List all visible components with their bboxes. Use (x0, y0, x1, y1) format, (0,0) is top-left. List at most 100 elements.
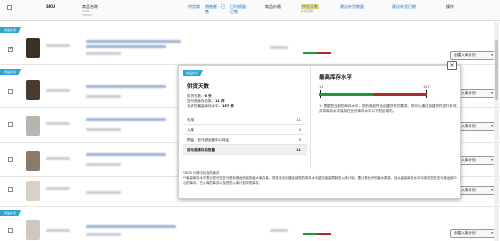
price-text (270, 229, 288, 232)
row-value: 11 (296, 148, 301, 152)
supply-bar-red (317, 52, 331, 54)
stat-label: 允许的最高库存水平： (187, 104, 222, 108)
col-actions: 操作 (446, 4, 454, 9)
sku-text (46, 44, 70, 47)
sku-text (46, 157, 70, 160)
row-checkbox[interactable] (8, 157, 13, 162)
row-value: 0 (298, 128, 301, 132)
row-label: 可用 (187, 118, 194, 122)
product-title[interactable] (86, 85, 166, 88)
stat-label: 供货天数： (187, 94, 205, 98)
stat-label: 亚马逊库存总数： (187, 99, 215, 103)
inventory-level-bar (319, 93, 427, 96)
create-inbound-plan-button[interactable]: 创建入库计划 ▾ (450, 51, 496, 60)
table-row: 商品补货 创建入库计划 ▾ (0, 207, 500, 241)
stat-value: 157 件 (222, 104, 235, 108)
row-checkbox[interactable] (8, 46, 13, 52)
days-of-supply-popover: × 商品补货 供货天数 供货天数：6 天 亚马逊库存总数：11 件 允许的最高库… (178, 61, 462, 199)
inventory-breakdown-table: 可用 11 入库 0 预留 - 亚马逊运营中心转运 0 亚马逊库存总数量 11 (183, 115, 307, 155)
supply-bar (303, 233, 317, 235)
price-text (270, 46, 288, 49)
chevron-down-icon[interactable]: ▾ (491, 230, 493, 237)
col-supplier[interactable]: 供货商 (188, 4, 200, 9)
asin-text (86, 191, 121, 194)
info-text: 根据您当前的库存水平，您的商品符合创建货件的要求。您可以通过创建货件进行补货，并… (319, 104, 460, 113)
eligibility-message: 1. 根据您当前的库存水平，您的商品符合创建货件的要求。您可以通过创建货件进行补… (319, 104, 460, 113)
col-days-of-supply-sub: 补货周期 (301, 9, 314, 13)
supply-details-panel: 商品补货 供货天数 供货天数：6 天 亚马逊库存总数：11 件 允许的最高库存水… (179, 66, 311, 169)
select-all-checkbox[interactable] (7, 5, 12, 10)
inventory-page: SKU 商品名称 ASIN FNSKU 供货商 销售额 - 已售 日均销量 - … (0, 0, 500, 241)
max-inventory-title: 最高库存水平 (319, 75, 353, 81)
table-row-total: 亚马逊库存总数量 11 (183, 145, 307, 155)
row-value: 11 (296, 118, 301, 122)
table-row: 可用 11 (183, 115, 307, 125)
max-inventory-value: 157 (423, 85, 430, 89)
asin-text (86, 95, 121, 98)
row-label: 亚马逊库存总数量 (187, 148, 215, 152)
chevron-down-icon[interactable]: ▾ (491, 157, 493, 164)
col-sales[interactable]: 销售额 - 已售 (205, 4, 225, 14)
product-title[interactable] (86, 153, 166, 156)
product-title-line2[interactable] (86, 45, 166, 48)
popup-tag: 商品补货 (183, 70, 204, 76)
chevron-down-icon[interactable]: ▾ (491, 90, 493, 97)
create-inbound-plan-label: 创建入库计划 (454, 53, 476, 57)
row-tag: 商品补货 (0, 69, 22, 75)
col-product-name[interactable]: 商品名称 ASIN FNSKU (82, 4, 98, 17)
col-days-of-supply[interactable]: 供货天数 补货周期 (301, 4, 319, 13)
stat-max-inventory: 允许的最高库存水平：157 件 (187, 104, 234, 109)
table-header: SKU 商品名称 ASIN FNSKU 供货商 销售额 - 已售 日均销量 - … (0, 0, 500, 21)
chevron-down-icon[interactable]: ▾ (491, 187, 493, 194)
create-inbound-plan-label: 创建入库计划 (454, 231, 476, 235)
row-checkbox[interactable] (8, 122, 13, 127)
product-title[interactable] (86, 118, 166, 121)
asin-text (86, 128, 121, 131)
product-image[interactable] (26, 38, 40, 58)
product-image[interactable] (26, 80, 40, 100)
chevron-down-icon[interactable]: ▾ (491, 123, 493, 130)
col-suggested-qty[interactable]: 建议补货数量 (340, 4, 364, 9)
product-title[interactable] (86, 225, 176, 228)
row-checkbox[interactable] (8, 89, 13, 94)
col-daily-sales[interactable]: 日均销量 - 已售 (230, 4, 250, 14)
col-suggested-date[interactable]: 建议补货日期 (392, 4, 416, 9)
table-row: 商品补货 创建入库计划 ▾ (0, 22, 500, 65)
row-tag: 商品补货 (0, 210, 22, 216)
col-price[interactable]: 商品价格 (265, 4, 281, 9)
product-image[interactable] (26, 151, 40, 171)
product-image[interactable] (26, 181, 40, 201)
product-image[interactable] (26, 220, 40, 240)
info-marker: 1 (319, 104, 322, 108)
row-checkbox[interactable] (8, 228, 13, 233)
stat-value: 11 件 (215, 99, 225, 103)
supply-bar (303, 52, 317, 54)
stat-value: 6 天 (204, 94, 212, 98)
row-label: 入库 (187, 128, 194, 132)
sku-text (46, 187, 70, 190)
row-tag: 商品补货 (0, 27, 22, 33)
footnote: **最高库存水平表示您可在亚马逊存储此商品的最大库存量。您将无法创建会使您的库存… (183, 176, 457, 185)
sku-text (46, 89, 70, 92)
asin-text (86, 233, 121, 236)
sku-text (46, 229, 70, 232)
product-image[interactable] (26, 116, 40, 136)
max-inventory-panel: 最高库存水平 11 157 1. 根据您当前的库存水平，您的商品符合创建货件的要… (311, 66, 462, 169)
asin-text (86, 163, 121, 166)
footnotes: *DOS 计算中包含的库存 **最高库存水平表示您可在亚马逊存储此商品的最大库存… (183, 171, 459, 186)
product-title[interactable] (86, 40, 181, 43)
row-label: 预留 - 亚马逊运营中心转运 (187, 138, 229, 142)
table-row: 预留 - 亚马逊运营中心转运 0 (183, 135, 307, 145)
row-checkbox[interactable] (8, 187, 13, 192)
row-value: 0 (298, 138, 301, 142)
create-inbound-plan-button[interactable]: 创建入库计划 ▾ (450, 229, 496, 238)
supply-bar-red (317, 233, 331, 235)
chevron-down-icon[interactable]: ▾ (491, 52, 493, 59)
sku-text (46, 122, 70, 125)
current-inventory-value: 11 (319, 85, 324, 89)
scrollbar-thumb[interactable] (495, 40, 498, 100)
col-sku[interactable]: SKU (46, 4, 55, 9)
asin-text (86, 52, 121, 55)
col-fnsku-label: FNSKU (82, 13, 92, 17)
days-of-supply-title: 供货天数 (187, 84, 210, 90)
